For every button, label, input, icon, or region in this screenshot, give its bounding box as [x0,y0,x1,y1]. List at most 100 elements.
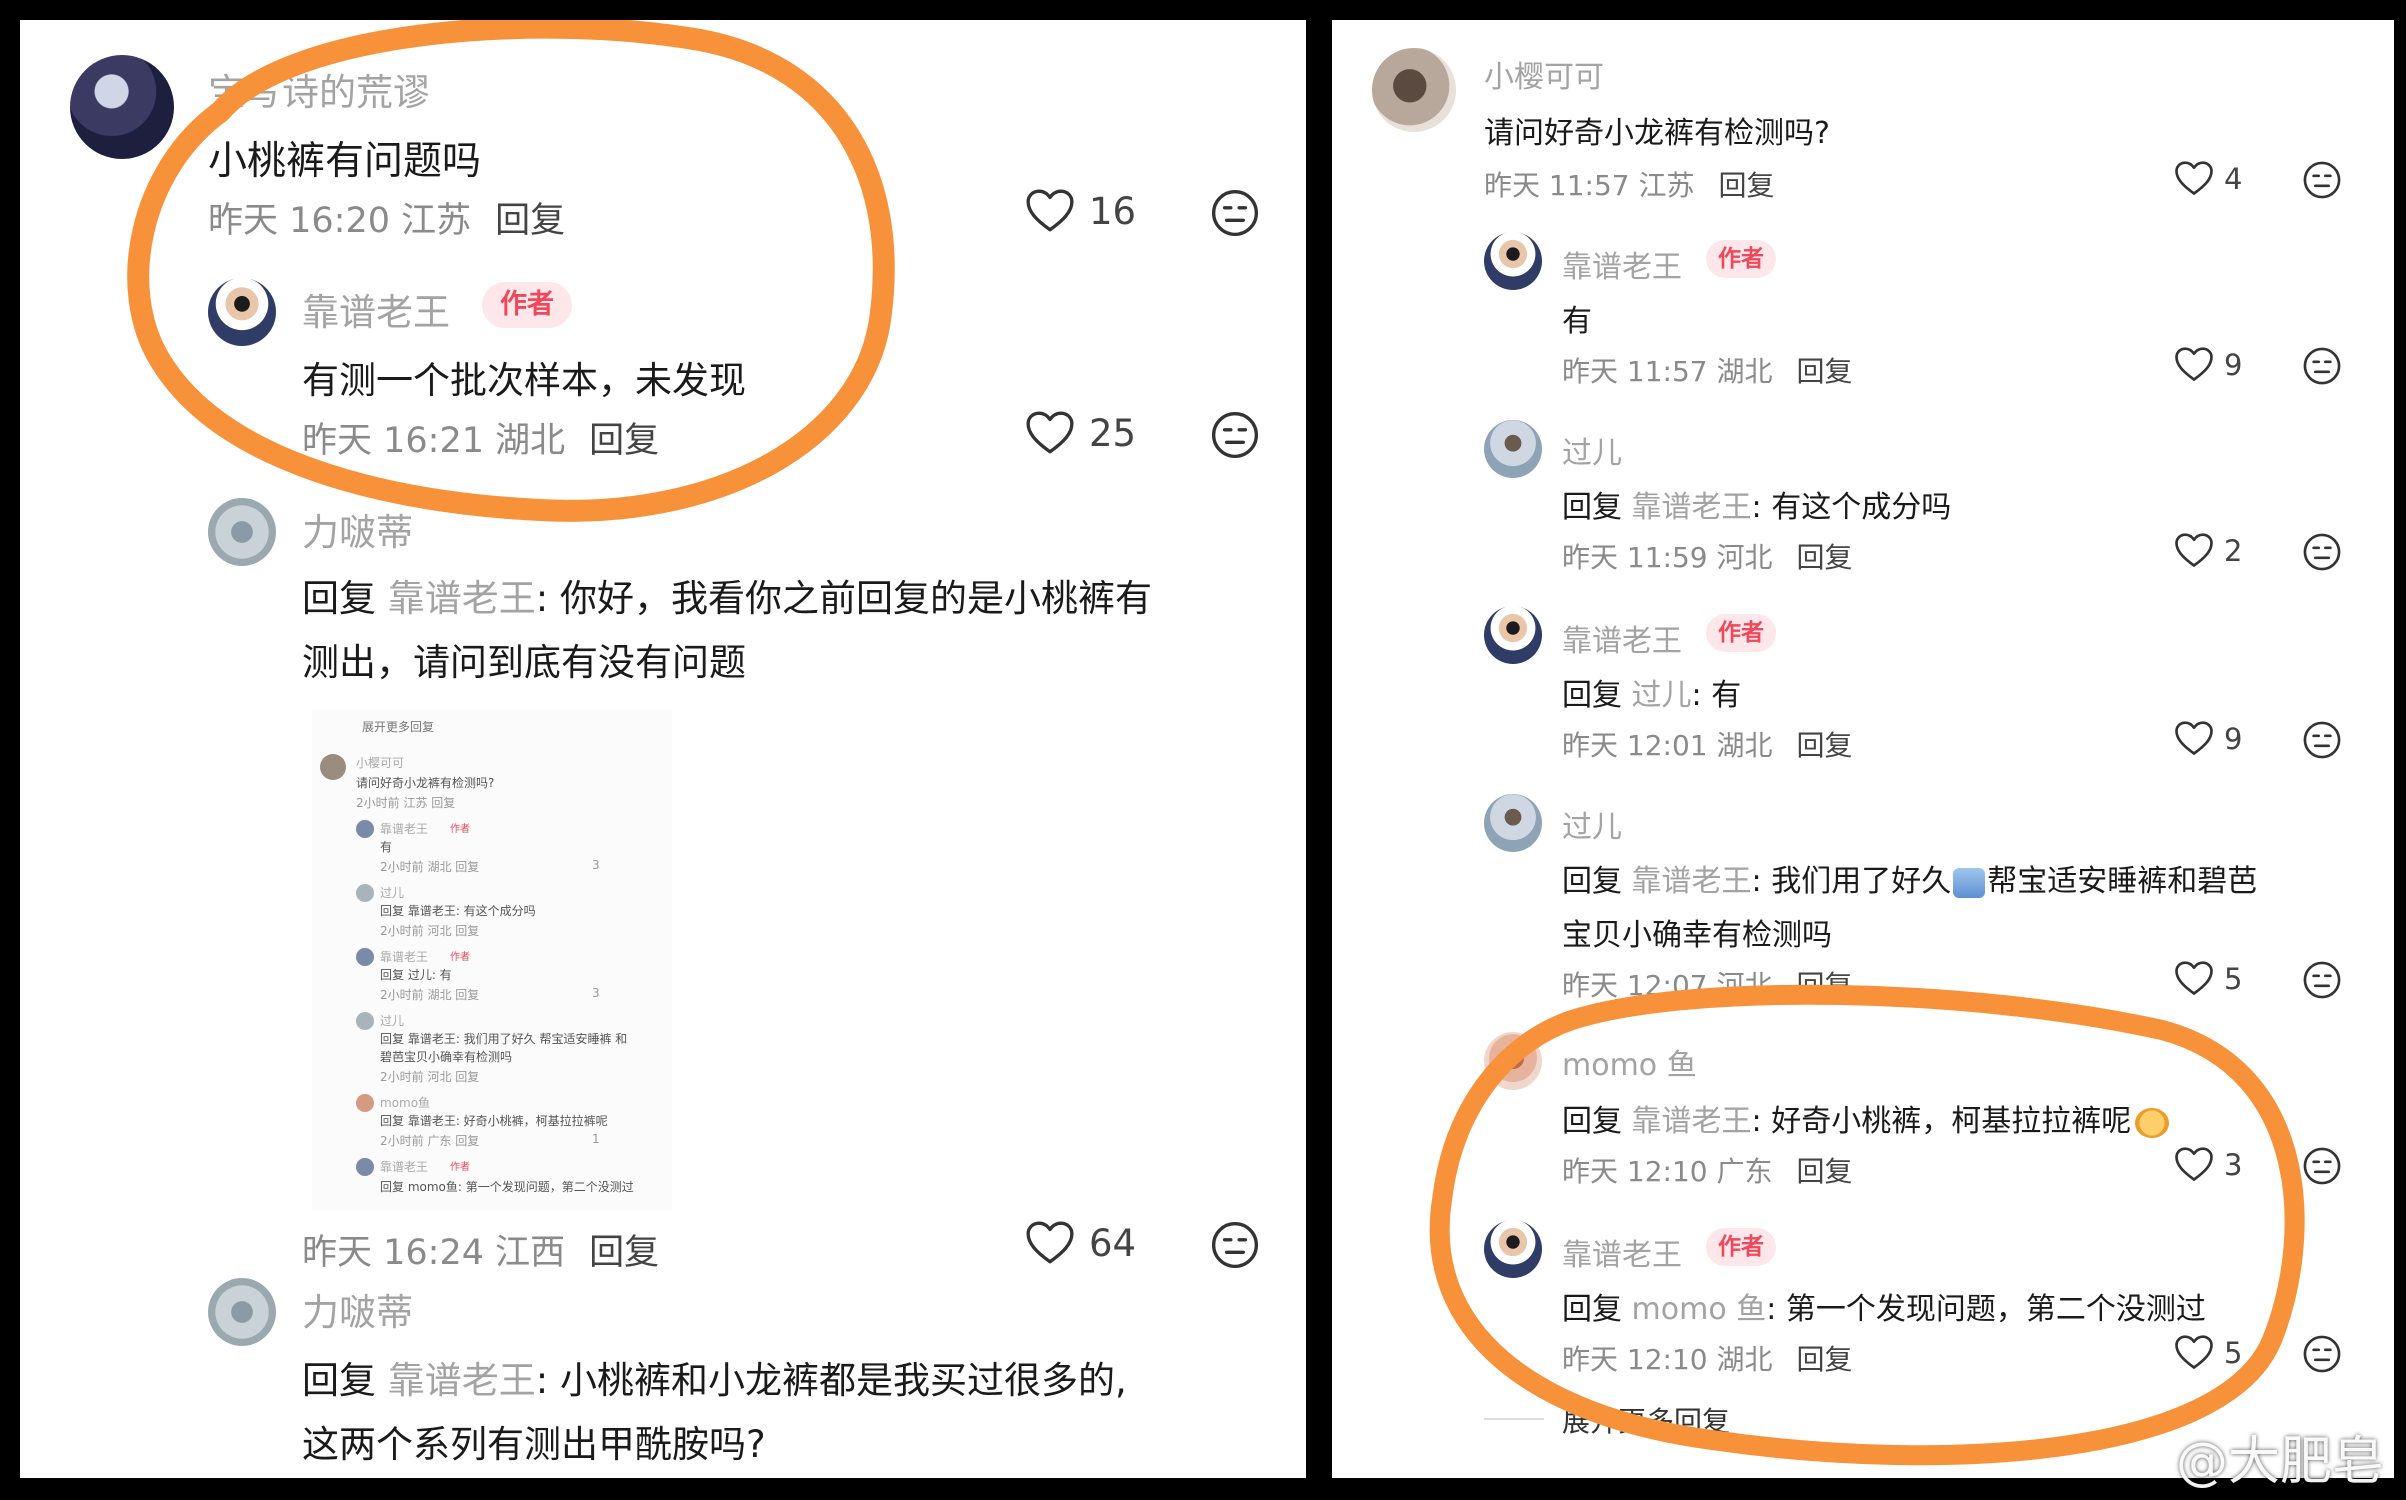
reply-button[interactable]: 回复 [495,201,565,241]
comment-meta: 2小时前 湖北 回复 [380,988,480,1002]
comment-meta: 2小时前 广东 回复 [380,1134,480,1148]
avatar[interactable] [1484,794,1542,852]
neutral-face-icon[interactable] [2302,720,2342,760]
commenter-name[interactable]: 靠谱老王 [1562,616,1682,660]
like-button[interactable]: 3 [2174,1146,2242,1183]
avatar [320,754,346,780]
commenter-name[interactable]: 靠谱老王 [1562,1230,1682,1274]
author-badge: 作者 [1706,1228,1776,1266]
comment-text-line: : 有这个成分吗 [1751,490,1952,525]
reply-target[interactable]: 靠谱老王 [1632,490,1752,525]
expand-replies-link[interactable]: 展开更多回复 [1562,1400,1730,1440]
commenter-name: 靠谱老王 [380,822,429,836]
like-button[interactable]: 5 [2174,1334,2242,1371]
avatar[interactable] [208,498,276,566]
reply-target[interactable]: 靠谱老王 [388,1359,536,1402]
commenter-name[interactable]: 过儿 [1562,802,1622,846]
reply-button[interactable]: 回复 [1719,169,1775,202]
avatar[interactable] [1484,606,1542,664]
comment-meta: 昨天 12:10 湖北 回复 [1562,1338,1853,1378]
reply-target[interactable]: 靠谱老王 [388,577,536,620]
comment-text: 有 [1562,304,1592,339]
reply-button[interactable]: 回复 [1797,355,1853,388]
comment-text: 回复 靠谱老王: 我们用了好久 帮宝适安睡裤和碧芭 [1562,856,2257,900]
like-count: 3 [592,986,600,1000]
reply-button[interactable]: 回复 [1797,1343,1853,1376]
comment-meta: 2小时前 湖北 回复 [380,860,480,874]
like-button[interactable]: 5 [2174,960,2242,997]
neutral-face-icon[interactable] [2302,346,2342,386]
commenter-name[interactable]: momo 鱼 [1562,1040,1697,1084]
reply-button[interactable]: 回复 [1797,969,1853,1002]
comment-text: 回复 靠谱老王: 好奇小桃裤，柯基拉拉裤呢 [380,1114,608,1128]
like-button[interactable]: 16 [1025,188,1136,234]
like-button[interactable]: 64 [1025,1220,1136,1266]
reply-prefix: 回复 [302,577,388,620]
neutral-face-icon[interactable] [1210,410,1260,460]
commenter-name[interactable]: 过儿 [1562,428,1622,472]
reply-target[interactable]: momo 鱼 [1632,1292,1767,1327]
divider [1484,1418,1544,1420]
like-count: 1 [592,1132,600,1146]
avatar[interactable] [208,278,276,346]
comment-meta: 昨天 11:57 江苏 回复 [1484,164,1775,204]
comment-time: 昨天 11:57 江苏 [1484,169,1695,202]
commenter-name[interactable]: 宝写诗的荒谬 [208,62,430,116]
reply-target[interactable]: 靠谱老王 [1632,864,1752,899]
reply-target[interactable]: 靠谱老王 [1632,1104,1752,1139]
commenter-name: 靠谱老王 [380,950,429,964]
like-button[interactable]: 9 [2174,720,2242,757]
comment-meta: 昨天 11:57 湖北 回复 [1562,350,1853,390]
comment-time: 昨天 16:24 江西 [302,1233,566,1273]
comment-time: 昨天 12:10 广东 [1562,1155,1773,1188]
comment-time: 昨天 16:21 湖北 [302,421,566,461]
like-button[interactable]: 25 [1025,410,1136,456]
avatar[interactable] [70,55,174,159]
reply-button[interactable]: 回复 [589,1233,659,1273]
commenter-name[interactable]: 力啵蒂 [302,1282,413,1336]
reply-button[interactable]: 回复 [1797,1155,1853,1188]
avatar [356,884,374,902]
reply-button[interactable]: 回复 [1797,729,1853,762]
neutral-face-icon[interactable] [2302,960,2342,1000]
reply-target[interactable]: 过儿 [1632,678,1692,713]
avatar[interactable] [1484,232,1542,290]
like-count: 9 [2224,347,2243,382]
neutral-face-icon[interactable] [2302,1334,2342,1374]
avatar[interactable] [1484,420,1542,478]
comment-text: 回复 momo 鱼: 第一个发现问题，第二个没测过 [1562,1284,2206,1328]
like-count: 5 [2224,961,2243,996]
like-button[interactable]: 2 [2174,532,2242,569]
comment-text: 回复 靠谱老王: 我们用了好久 帮宝适安睡裤 和 [380,1032,628,1046]
heart-icon [2174,160,2214,197]
heart-icon [2174,346,2214,383]
avatar [356,1094,374,1112]
avatar[interactable] [1484,1220,1542,1278]
avatar[interactable] [1484,1032,1542,1090]
neutral-face-icon[interactable] [1210,1220,1260,1270]
comment-text: 请问好奇小龙裤有检测吗? [356,776,495,790]
comment-text: 小桃裤有问题吗 [208,139,482,184]
like-button[interactable]: 9 [2174,346,2242,383]
comment-meta: 昨天 11:59 河北 回复 [1562,536,1853,576]
neutral-face-icon[interactable] [2302,1146,2342,1186]
commenter-name[interactable]: 力啵蒂 [302,502,413,556]
commenter-name: 过儿 [380,1014,405,1028]
embedded-screenshot[interactable]: 展开更多回复 小樱可可 请问好奇小龙裤有检测吗? 2小时前 江苏 回复 靠谱老王… [312,710,672,1210]
comment-time: 昨天 11:57 湖北 [1562,355,1773,388]
commenter-name[interactable]: 靠谱老王 [302,282,450,336]
avatar[interactable] [1372,48,1456,132]
reply-button[interactable]: 回复 [589,421,659,461]
commenter-name: 过儿 [380,886,405,900]
heart-icon [2174,960,2214,997]
commenter-name[interactable]: 小樱可可 [1484,52,1604,96]
neutral-face-icon[interactable] [2302,532,2342,572]
reply-button[interactable]: 回复 [1797,541,1853,574]
avatar[interactable] [208,1278,276,1346]
like-button[interactable]: 4 [2174,160,2242,197]
neutral-face-icon[interactable] [1210,188,1260,238]
like-count: 2 [2224,533,2243,568]
commenter-name[interactable]: 靠谱老王 [1562,242,1682,286]
like-count: 64 [1089,1221,1137,1265]
neutral-face-icon[interactable] [2302,160,2342,200]
